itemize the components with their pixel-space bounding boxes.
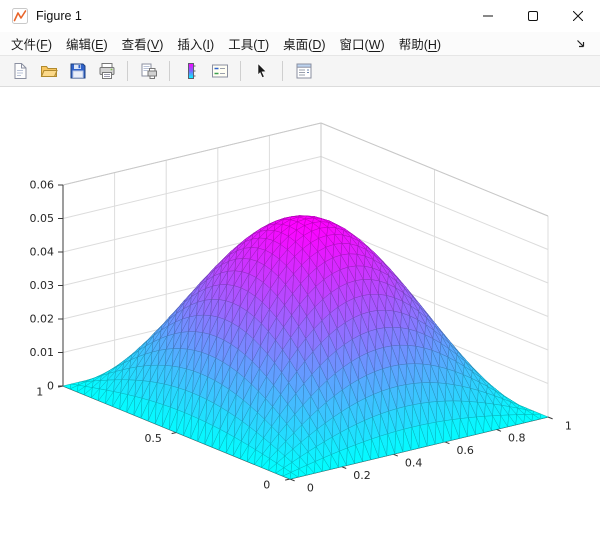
svg-text:0.03: 0.03 — [30, 279, 55, 292]
print-preview-icon — [140, 62, 158, 80]
toolbar-separator — [127, 61, 128, 81]
colorbar-button[interactable] — [177, 58, 204, 84]
svg-text:1: 1 — [36, 386, 43, 399]
menu-item-insert[interactable]: 插入(I) — [170, 32, 221, 55]
menu-item-desktop[interactable]: 桌面(D) — [276, 32, 332, 55]
menu-item-window[interactable]: 窗口(W) — [333, 32, 392, 55]
save-icon — [69, 62, 87, 80]
matlab-figure-icon — [12, 8, 28, 24]
dock-arrow-icon[interactable] — [575, 38, 596, 49]
minimize-icon — [482, 15, 493, 17]
toolbar-separator — [282, 61, 283, 81]
window-title: Figure 1 — [36, 9, 82, 23]
toolbar-separator — [240, 61, 241, 81]
svg-text:0.02: 0.02 — [30, 313, 55, 326]
svg-text:0: 0 — [47, 380, 54, 393]
menu-items: 文件(F) 编辑(E) 查看(V) 插入(I) 工具(T) 桌面(D) 窗口(W) 帮助(H) — [4, 32, 448, 55]
menu-item-edit[interactable]: 编辑(E) — [59, 32, 115, 55]
maximize-button[interactable] — [510, 0, 555, 32]
maximize-icon — [527, 11, 538, 21]
edit-plot-arrow-button[interactable] — [248, 58, 275, 84]
print-icon — [98, 62, 116, 80]
svg-text:0.8: 0.8 — [508, 432, 526, 445]
new-document-icon — [11, 62, 29, 80]
menu-item-help[interactable]: 帮助(H) — [392, 32, 448, 55]
minimize-button[interactable] — [465, 0, 510, 32]
title-bar: Figure 1 — [0, 0, 600, 32]
svg-text:0.6: 0.6 — [456, 444, 474, 457]
svg-text:0: 0 — [307, 481, 314, 494]
surface-plot: 00.20.40.60.8100.51 00.010.020.030.040.05… — [30, 122, 572, 494]
menu-item-tools[interactable]: 工具(T) — [221, 32, 276, 55]
save-button[interactable] — [64, 58, 91, 84]
figure-canvas: 0 0.2 0.4 0.6 0.8 1 0 0.5 1 0 0.01 0.02 0.03 0.04 0.05… — [0, 87, 600, 534]
new-document-button[interactable] — [6, 58, 33, 84]
edit-plot-arrow-icon — [253, 62, 271, 80]
colorbar-icon — [182, 62, 200, 80]
svg-text:0: 0 — [263, 479, 270, 492]
legend-button[interactable] — [206, 58, 233, 84]
open-folder-button[interactable] — [35, 58, 62, 84]
menu-item-file[interactable]: 文件(F) — [4, 32, 59, 55]
property-inspector-icon — [295, 62, 313, 80]
open-folder-icon — [40, 62, 58, 80]
property-inspector-button[interactable] — [290, 58, 317, 84]
svg-text:0.2: 0.2 — [353, 469, 371, 482]
toolbar-separator — [169, 61, 170, 81]
print-button[interactable] — [93, 58, 120, 84]
toolbar — [0, 56, 600, 87]
svg-text:0.5: 0.5 — [144, 432, 162, 445]
svg-text:0.04: 0.04 — [30, 246, 55, 259]
svg-text:0.01: 0.01 — [30, 346, 55, 359]
window-controls — [465, 0, 600, 32]
figure-window: Figure 1 文件(F) 编辑(E) 查看(V) 插入(I) 工具(T) 桌面(D) 窗… — [0, 0, 600, 534]
legend-icon — [211, 62, 229, 80]
menu-item-view[interactable]: 查看(V) — [115, 32, 171, 55]
svg-text:0.4: 0.4 — [405, 457, 423, 470]
close-button[interactable] — [555, 0, 600, 32]
print-preview-button[interactable] — [135, 58, 162, 84]
menu-bar: 文件(F) 编辑(E) 查看(V) 插入(I) 工具(T) 桌面(D) 窗口(W) 帮助(H) — [0, 32, 600, 56]
svg-text:1: 1 — [565, 419, 572, 432]
svg-text:0.06: 0.06 — [30, 179, 55, 192]
svg-text:0.05: 0.05 — [30, 212, 55, 225]
close-icon — [572, 11, 583, 21]
